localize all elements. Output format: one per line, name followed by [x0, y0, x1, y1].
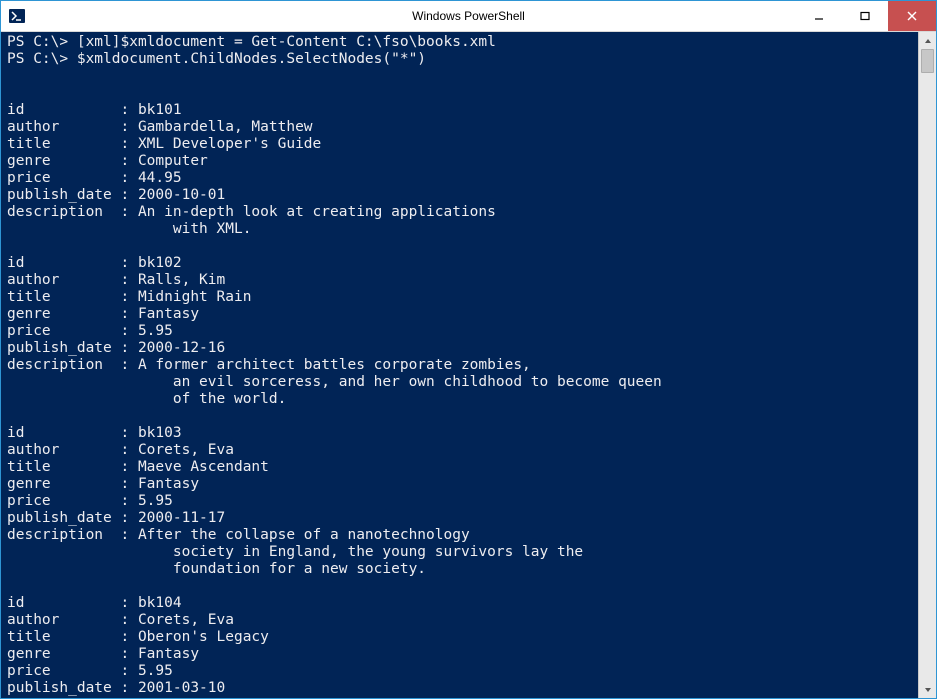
scroll-thumb[interactable]	[921, 49, 934, 73]
titlebar[interactable]: Windows PowerShell	[1, 1, 936, 32]
console[interactable]: PS C:\> [xml]$xmldocument = Get-Content …	[1, 32, 918, 698]
powershell-window: Windows PowerShell PS C:\> [xml]$xmldocu…	[0, 0, 937, 699]
minimize-button[interactable]	[796, 1, 842, 31]
vertical-scrollbar[interactable]	[918, 32, 936, 698]
console-output: PS C:\> [xml]$xmldocument = Get-Content …	[7, 34, 918, 698]
powershell-icon	[9, 8, 25, 24]
scroll-up-button[interactable]	[919, 32, 936, 49]
maximize-button[interactable]	[842, 1, 888, 31]
scroll-down-button[interactable]	[919, 681, 936, 698]
scroll-track[interactable]	[919, 49, 936, 681]
console-area: PS C:\> [xml]$xmldocument = Get-Content …	[1, 32, 936, 698]
close-button[interactable]	[888, 1, 936, 31]
window-buttons	[796, 1, 936, 31]
